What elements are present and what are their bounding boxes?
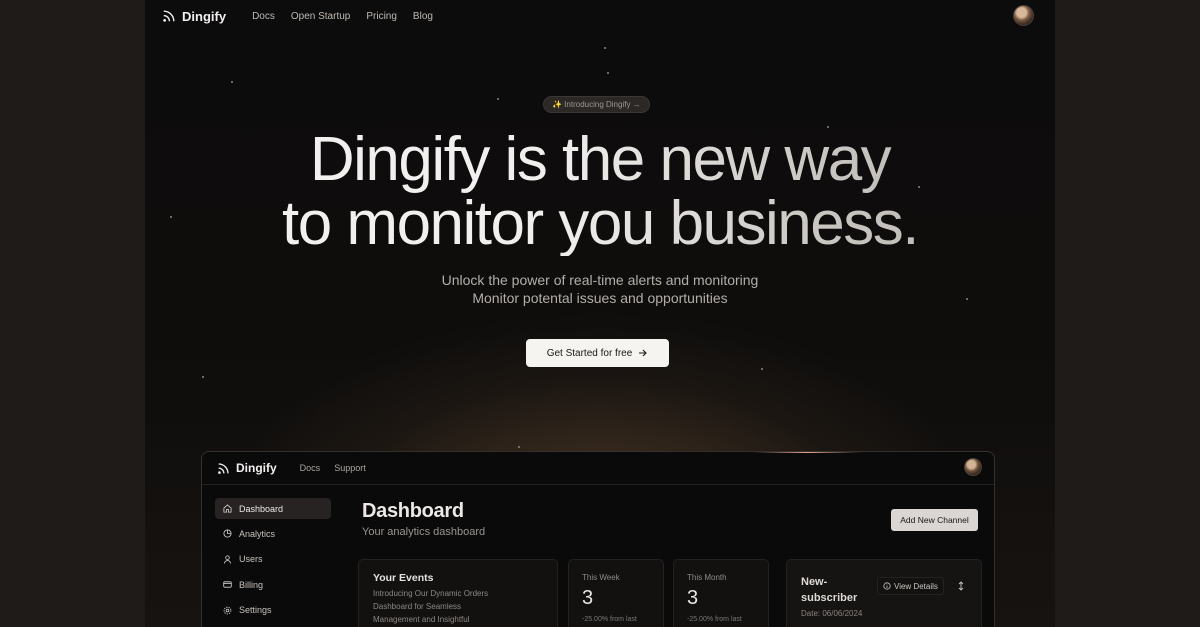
hero-title: Dingify is the new way to monitor you bu… [145, 128, 1055, 256]
stat-change: -25.00% from last [582, 616, 637, 623]
rss-icon [163, 10, 175, 22]
events-title: Your Events [373, 572, 434, 584]
intro-badge[interactable]: ✨ Introducing Dingify → [543, 96, 650, 113]
credit-card-icon [223, 581, 232, 588]
get-started-label: Get Started for free [546, 347, 633, 359]
sidebar-item-billing[interactable]: Billing [215, 574, 331, 595]
star-decoration [604, 47, 606, 49]
app-link-support[interactable]: Support [334, 463, 366, 473]
sidebar-item-users[interactable]: Users [215, 549, 331, 570]
sidebar-item-label: Billing [239, 579, 264, 590]
nav-link-pricing[interactable]: Pricing [366, 11, 397, 22]
hero-title-line1: Dingify is the new way [309, 125, 891, 194]
chart-pie-icon [223, 529, 232, 538]
nav-link-blog[interactable]: Blog [413, 11, 433, 22]
events-description: Introducing Our Dynamic Orders Dashboard… [373, 589, 489, 624]
star-decoration [202, 376, 204, 378]
dashboard-title: Dashboard [362, 500, 464, 522]
info-circle-icon [883, 582, 891, 590]
subscriber-title: New-subscriber [801, 576, 858, 604]
dashboard-preview: Dingify Docs Support Dashboard Analytics… [201, 451, 995, 627]
arrow-right-icon [639, 349, 648, 357]
app-user-avatar[interactable] [964, 458, 982, 476]
star-decoration [761, 368, 763, 370]
nav-link-open-startup[interactable]: Open Startup [291, 11, 350, 22]
hero-subtitle-line1: Unlock the power of real-time alerts and… [441, 272, 759, 288]
hero-subtitle-line2: Monitor potental issues and opportunitie… [472, 290, 728, 306]
nav-link-docs[interactable]: Docs [252, 11, 275, 22]
sidebar-item-dashboard[interactable]: Dashboard [215, 498, 331, 519]
landing-page: Dingify Docs Open Startup Pricing Blog ✨… [145, 0, 1055, 627]
hero-title-line2: to monitor you business. [281, 189, 918, 258]
sidebar-item-label: Analytics [239, 528, 276, 539]
sort-button[interactable] [953, 577, 969, 595]
top-nav: Dingify Docs Open Startup Pricing Blog [162, 5, 1034, 26]
subscriber-card: New-subscriber Date: 06/06/2024 View Det… [786, 559, 982, 627]
star-decoration [497, 98, 499, 100]
dashboard-subtitle: Your analytics dashboard [362, 526, 486, 538]
sidebar-item-label: Settings [239, 605, 272, 616]
brand-logo[interactable]: Dingify [162, 9, 226, 24]
sort-icon [958, 581, 964, 591]
star-decoration [607, 72, 609, 74]
app-link-docs[interactable]: Docs [300, 463, 321, 473]
hero-subtitle: Unlock the power of real-time alerts and… [145, 271, 1055, 307]
user-avatar[interactable] [1013, 5, 1034, 26]
subscriber-date: Date: 06/06/2024 [801, 609, 863, 618]
events-card: Your Events Introducing Our Dynamic Orde… [358, 559, 558, 627]
stat-label: This Month [687, 573, 727, 582]
gear-icon [223, 606, 232, 614]
nav-links: Docs Open Startup Pricing Blog [252, 11, 433, 22]
app-brand-logo[interactable]: Dingify [217, 461, 277, 475]
sidebar-item-label: Users [239, 554, 263, 565]
stat-change: -25.00% from last [687, 616, 742, 623]
app-brand-name: Dingify [236, 461, 277, 475]
sidebar-item-settings[interactable]: Settings [215, 600, 331, 621]
stat-card-month: This Month 3 -25.00% from last [673, 559, 769, 627]
app-nav-links: Docs Support [300, 463, 366, 473]
stat-value: 3 [687, 587, 699, 609]
rss-icon [218, 462, 229, 474]
app-topbar: Dingify Docs Support [202, 452, 994, 485]
star-decoration [518, 446, 520, 448]
get-started-button[interactable]: Get Started for free [526, 339, 669, 367]
stat-card-week: This Week 3 -25.00% from last [568, 559, 664, 627]
sidebar-item-analytics[interactable]: Analytics [215, 523, 331, 544]
stat-label: This Week [582, 573, 620, 582]
view-details-label: View Details [894, 581, 938, 591]
user-icon [223, 555, 232, 564]
stat-value: 3 [582, 587, 594, 609]
add-new-channel-button[interactable]: Add New Channel [891, 509, 978, 531]
home-icon [223, 504, 232, 513]
brand-name: Dingify [182, 8, 227, 24]
star-decoration [231, 81, 233, 83]
sidebar: Dashboard Analytics Users Billing Settin… [215, 498, 331, 625]
sidebar-item-label: Dashboard [239, 503, 284, 514]
view-details-button[interactable]: View Details [877, 577, 944, 595]
